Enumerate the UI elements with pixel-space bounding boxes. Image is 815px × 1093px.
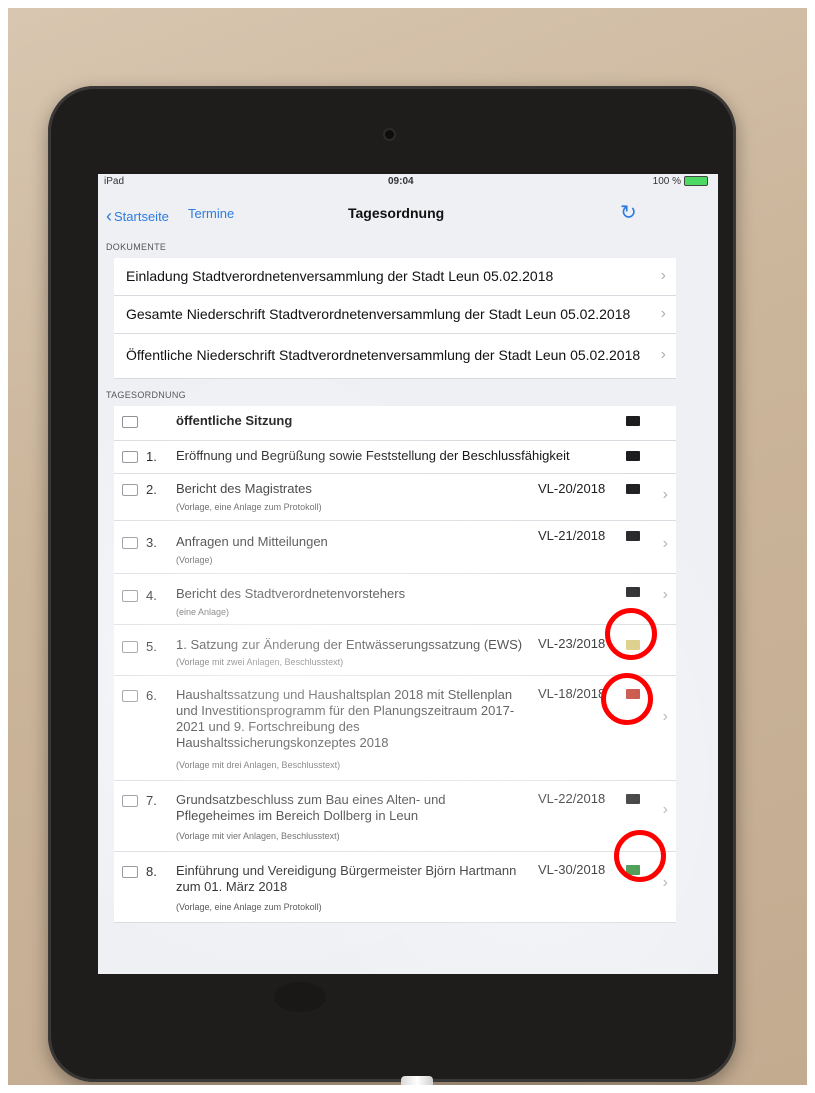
folder-icon [626, 794, 640, 804]
agenda-row[interactable]: 1. Eröffnung und Begrüßung sowie Festste… [114, 441, 676, 474]
agenda-vl: VL-18/2018 [538, 686, 606, 701]
document-title: Einladung Stadtverordnetenversammlung de… [126, 268, 554, 284]
battery-text: 100 % [652, 176, 681, 187]
highlight-circle [605, 608, 657, 660]
home-button[interactable] [274, 982, 326, 1012]
agenda-row[interactable]: 8. Einführung und Vereidigung Bürgermeis… [114, 852, 676, 923]
agenda-vl: VL-30/2018 [538, 862, 606, 877]
agenda-number: 2. [146, 482, 157, 497]
highlight-circle [614, 830, 666, 882]
highlight-circle [601, 673, 653, 725]
agenda-vl: VL-22/2018 [538, 791, 606, 806]
comment-icon [122, 484, 138, 496]
document-title: Gesamte Niederschrift Stadtverordnetenve… [126, 306, 631, 322]
chevron-left-icon: ‹ [106, 206, 112, 226]
battery-icon [684, 176, 708, 187]
document-row[interactable]: Einladung Stadtverordnetenversammlung de… [114, 258, 676, 296]
agenda-row[interactable]: 4. Bericht des Stadtverordnetenvorsteher… [114, 574, 676, 625]
agenda-number: 3. [146, 535, 157, 550]
agenda-list: öffentliche Sitzung 1. Eröffnung und Beg… [114, 406, 676, 923]
agenda-title: Grundsatzbeschluss zum Bau eines Alten- … [176, 792, 446, 823]
chevron-right-icon: › [662, 874, 668, 891]
folder-icon [626, 531, 640, 541]
photo-background: iPad 09:04 100 % ‹ Startseite Termine Tag… [8, 8, 807, 1085]
comment-icon [122, 416, 138, 428]
chevron-right-icon: › [660, 305, 666, 322]
agenda-number: 6. [146, 688, 157, 703]
agenda-row[interactable]: 7. Grundsatzbeschluss zum Bau eines Alte… [114, 781, 676, 852]
termine-button[interactable]: Termine [188, 206, 234, 221]
agenda-title: Bericht des Magistrates [176, 481, 312, 496]
charging-cable [401, 1076, 433, 1085]
comment-icon [122, 690, 138, 702]
agenda-title: Bericht des Stadtverordnetenvorstehers [176, 586, 406, 601]
agenda-subtitle: (eine Anlage) [176, 607, 230, 617]
status-bar: iPad 09:04 100 % [98, 174, 718, 192]
documents-list: Einladung Stadtverordnetenversammlung de… [114, 258, 676, 379]
agenda-number: 8. [146, 864, 157, 879]
chevron-right-icon: › [662, 486, 668, 503]
status-time: 09:04 [388, 176, 414, 187]
agenda-subtitle: (Vorlage mit drei Anlagen, Beschlusstext… [176, 760, 341, 770]
documents-header: DOKUMENTE [106, 242, 167, 252]
folder-icon [626, 484, 640, 494]
agenda-row[interactable]: öffentliche Sitzung [114, 406, 676, 441]
document-row[interactable]: Gesamte Niederschrift Stadtverordnetenve… [114, 296, 676, 334]
agenda-subtitle: (Vorlage mit vier Anlagen, Beschlusstext… [176, 831, 340, 841]
agenda-vl: VL-23/2018 [538, 636, 606, 651]
agenda-title: öffentliche Sitzung [176, 413, 293, 428]
agenda-title: Anfragen und Mitteilungen [176, 534, 328, 549]
agenda-title: Eröffnung und Begrüßung sowie Feststellu… [176, 448, 570, 463]
comment-icon [122, 537, 138, 549]
back-label: Startseite [114, 209, 169, 224]
comment-icon [122, 641, 138, 653]
agenda-row[interactable]: 5. 1. Satzung zur Änderung der Entwässer… [114, 625, 676, 676]
agenda-row[interactable]: 6. Haushaltssatzung und Haushaltsplan 20… [114, 676, 676, 781]
folder-icon [626, 416, 640, 426]
chevron-right-icon: › [660, 346, 666, 363]
chevron-right-icon: › [662, 801, 668, 818]
comment-icon [122, 590, 138, 602]
agenda-row[interactable]: 2. Bericht des Magistrates (Vorlage, ein… [114, 474, 676, 521]
agenda-row[interactable]: 3. Anfragen und Mitteilungen (Vorlage) V… [114, 521, 676, 574]
agenda-subtitle: (Vorlage, eine Anlage zum Protokoll) [176, 902, 322, 912]
folder-icon [626, 451, 640, 461]
agenda-number: 1. [146, 449, 157, 464]
agenda-number: 5. [146, 639, 157, 654]
document-title: Öffentliche Niederschrift Stadtverordnet… [126, 347, 641, 363]
chevron-right-icon: › [660, 267, 666, 284]
comment-icon [122, 451, 138, 463]
agenda-header: TAGESORDNUNG [106, 390, 186, 400]
battery-status: 100 % [653, 176, 708, 187]
device-label: iPad [104, 176, 125, 187]
agenda-title: 1. Satzung zur Änderung der Entwässerung… [176, 637, 523, 652]
comment-icon [122, 795, 138, 807]
agenda-vl: VL-21/2018 [538, 528, 606, 543]
chevron-right-icon: › [662, 535, 668, 552]
refresh-icon[interactable]: ↻ [620, 200, 637, 225]
agenda-subtitle: (Vorlage, eine Anlage zum Protokoll) [176, 502, 322, 512]
folder-icon [626, 587, 640, 597]
agenda-vl: VL-20/2018 [538, 481, 606, 496]
front-camera [385, 130, 394, 139]
agenda-title: Haushaltssatzung und Haushaltsplan 2018 … [176, 687, 515, 750]
page-title: Tagesordnung [348, 205, 445, 221]
navigation-bar: ‹ Startseite Termine Tagesordnung ↻ [98, 194, 718, 234]
agenda-number: 4. [146, 588, 157, 603]
comment-icon [122, 866, 138, 878]
agenda-subtitle: (Vorlage mit zwei Anlagen, Beschlusstext… [176, 657, 344, 667]
ipad-device: iPad 09:04 100 % ‹ Startseite Termine Tag… [48, 86, 736, 1082]
agenda-subtitle: (Vorlage) [176, 555, 213, 565]
agenda-number: 7. [146, 793, 157, 808]
document-row[interactable]: Öffentliche Niederschrift Stadtverordnet… [114, 334, 676, 379]
agenda-title: Einführung und Vereidigung Bürgermeister… [176, 863, 517, 894]
chevron-right-icon: › [662, 586, 668, 603]
back-button[interactable]: ‹ Startseite [106, 206, 169, 227]
chevron-right-icon: › [662, 708, 668, 725]
